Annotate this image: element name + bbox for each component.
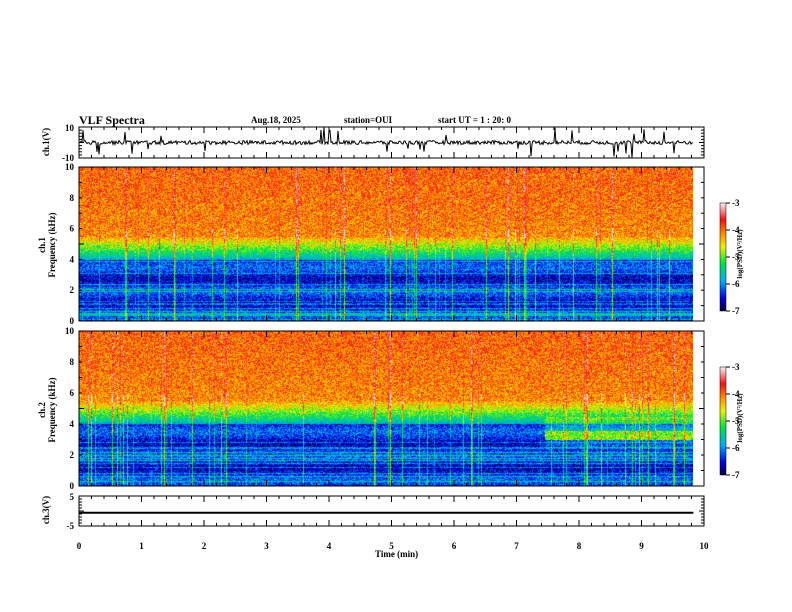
ch1-spectrogram-ylabel: ch.1 Frequency (kHz) <box>37 212 57 278</box>
ch1-colorbar-label: log(PSD)(V²/Hz) <box>736 229 744 279</box>
x-tick-label: 10 <box>700 541 710 551</box>
ch1-ylabel: ch.1(V) <box>41 127 51 157</box>
ch1-ytick: 10 <box>65 123 75 133</box>
colorbar-tick-label: -3 <box>732 362 740 372</box>
colorbar-frame <box>719 202 727 312</box>
axes-layer: 10-10024681002468105-50 1 2 3 4 5 6 7 8 9 10-3-4-5… <box>62 123 740 551</box>
ch1-waveform <box>78 127 694 158</box>
spectrogram-ytick: 10 <box>65 162 75 172</box>
ch3-ytick: -5 <box>67 521 75 531</box>
spectrogram-ytick: 4 <box>70 254 75 264</box>
x-tick-label: 3 <box>264 541 269 551</box>
spectrogram-ytick: 10 <box>65 326 75 336</box>
spectrogram-ytick: 8 <box>70 193 75 203</box>
vlf-spectra-figure: VLF Spectra Aug.18, 2025 station=OUI sta… <box>0 0 792 612</box>
ch2-colorbar-label: log(PSD)(V²/Hz) <box>736 393 744 443</box>
colorbar-tick-label: -7 <box>732 306 740 316</box>
spectrogram-ytick: 8 <box>70 357 75 367</box>
x-tick-label: 9 <box>639 541 644 551</box>
x-axis-label: Time (min) <box>375 549 419 559</box>
colorbar-frame <box>719 366 727 476</box>
x-tick-label: 0 <box>77 541 82 551</box>
spectrogram-ytick: 0 <box>70 316 75 326</box>
x-tick-label: 4 <box>327 541 332 551</box>
x-tick-label: 8 <box>577 541 582 551</box>
colorbar-tick-label: -7 <box>732 470 740 480</box>
x-tick-label: 7 <box>514 541 519 551</box>
x-tick-label: 6 <box>452 541 457 551</box>
colorbar-tick-label: -3 <box>732 198 740 208</box>
ch2-spectrogram-ylabel: ch.2 Frequency (kHz) <box>37 377 57 443</box>
spectrogram-ytick: 6 <box>70 388 75 398</box>
x-tick-label: 2 <box>202 541 207 551</box>
x-tick-label: 1 <box>139 541 144 551</box>
ch3-ytick: 5 <box>70 492 75 502</box>
panel-frame-1 <box>78 166 705 322</box>
spectrogram-ytick: 0 <box>70 481 75 491</box>
spectrogram-ytick: 4 <box>70 419 75 429</box>
spectrogram-ytick: 6 <box>70 224 75 234</box>
ch3-ylabel: ch.3(V) <box>41 495 51 525</box>
spectrogram-ytick: 2 <box>70 285 75 295</box>
spectrogram-ytick: 2 <box>70 450 75 460</box>
panel-frame-2 <box>78 330 705 487</box>
